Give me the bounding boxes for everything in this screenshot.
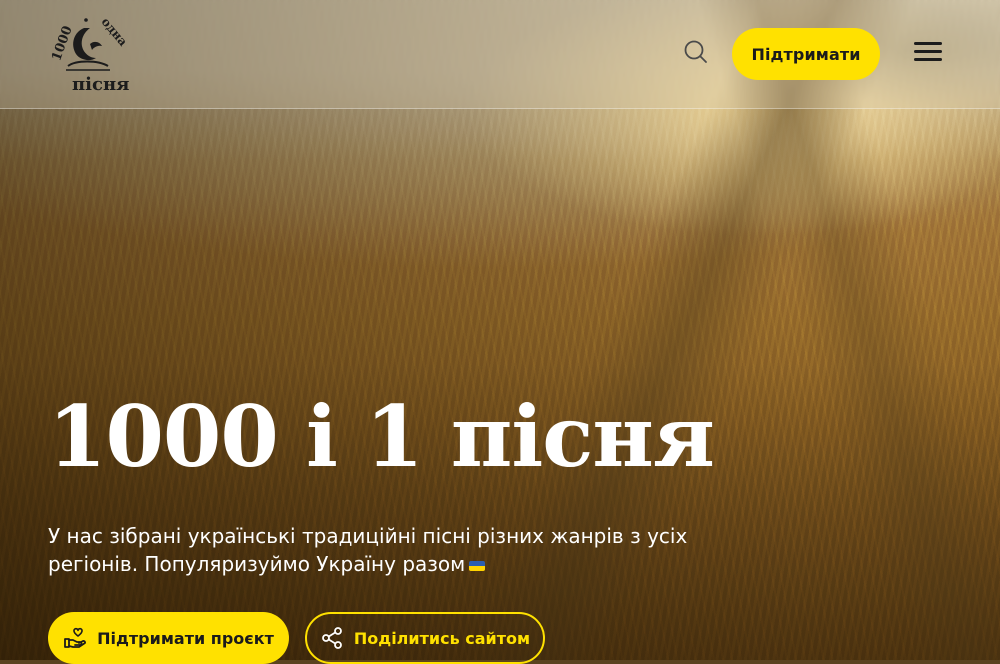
- hamburger-menu-icon[interactable]: [914, 42, 942, 62]
- support-project-label: Підтримати проєкт: [97, 628, 274, 648]
- svg-text:одна: одна: [99, 15, 130, 49]
- hero-title: 1000 і 1 пісня: [48, 387, 715, 486]
- search-button[interactable]: [682, 38, 710, 66]
- hero-subtitle: У нас зібрані українські традиційні пісн…: [48, 522, 688, 578]
- hero-subtitle-text: У нас зібрані українські традиційні пісн…: [48, 524, 688, 576]
- svg-text:1000: 1000: [49, 24, 75, 63]
- support-project-button[interactable]: Підтримати проєкт: [48, 612, 289, 664]
- share-icon: [320, 626, 344, 650]
- menu-line: [914, 58, 942, 61]
- search-icon: [684, 40, 707, 63]
- ukraine-flag-icon: [469, 560, 486, 571]
- site-header: 1000 одна пісня Підтримати: [0, 0, 1000, 109]
- support-button[interactable]: Підтримати: [732, 28, 880, 80]
- hand-heart-icon: [63, 626, 87, 650]
- share-site-label: Поділитись сайтом: [353, 628, 531, 648]
- site-logo[interactable]: 1000 одна пісня: [46, 14, 130, 95]
- menu-line: [914, 50, 942, 53]
- logo-emblem: 1000 одна пісня: [49, 15, 130, 95]
- svg-text:пісня: пісня: [72, 74, 129, 94]
- share-site-button[interactable]: Поділитись сайтом: [305, 612, 545, 664]
- menu-line: [914, 42, 942, 45]
